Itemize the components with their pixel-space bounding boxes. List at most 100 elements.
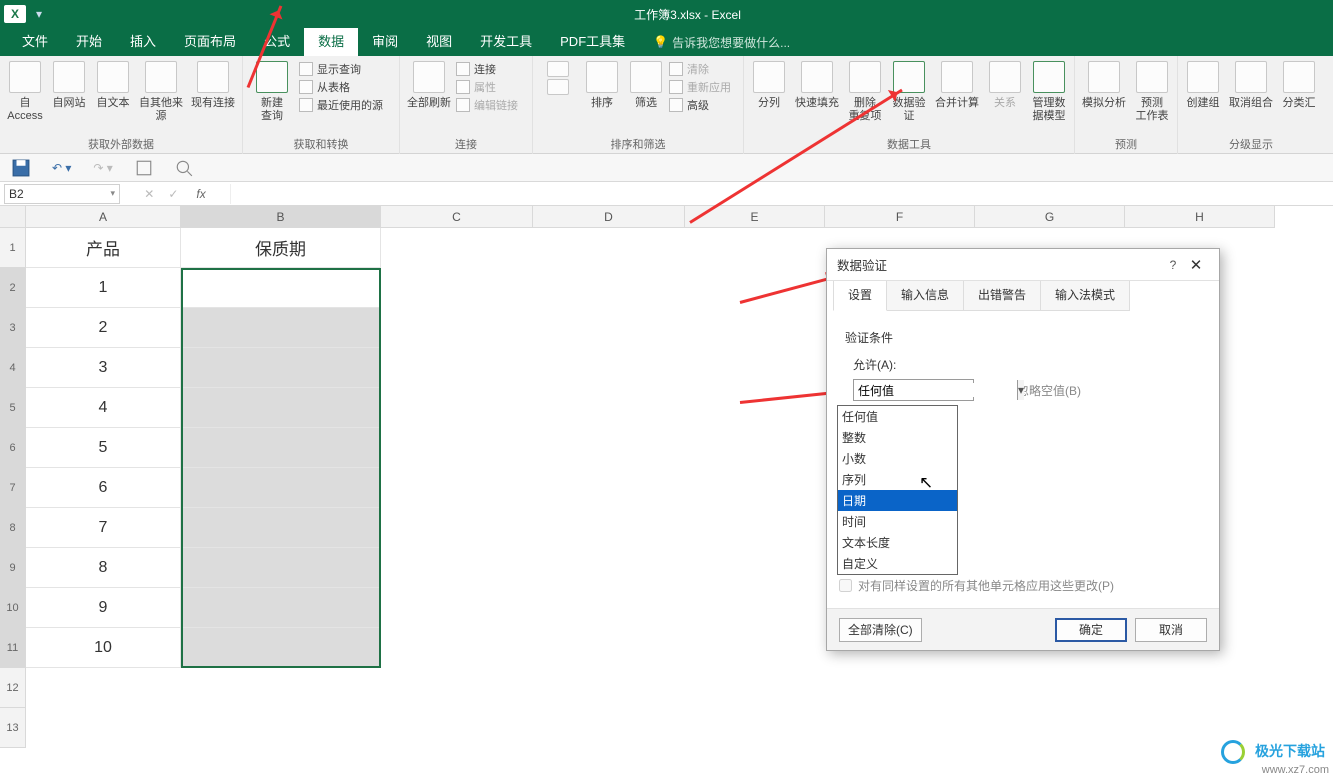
subtotal-button[interactable]: 分类汇: [1278, 59, 1320, 110]
dialog-title-bar[interactable]: 数据验证 ? ✕: [827, 249, 1219, 281]
col-header-G[interactable]: G: [975, 206, 1125, 228]
cell-A11[interactable]: 10: [26, 628, 181, 668]
cell-A8[interactable]: 7: [26, 508, 181, 548]
edit-links-button[interactable]: 编辑链接: [456, 97, 528, 113]
allow-combobox-input[interactable]: [854, 383, 1017, 397]
group-cancel-button[interactable]: 取消组合: [1226, 59, 1276, 110]
col-header-A[interactable]: A: [26, 206, 181, 228]
tab-insert[interactable]: 插入: [116, 28, 170, 56]
cell-A10[interactable]: 9: [26, 588, 181, 628]
cell-B1[interactable]: 保质期: [181, 228, 381, 268]
fx-icon[interactable]: fx: [196, 187, 205, 201]
flash-fill-button[interactable]: 快速填充: [792, 59, 842, 110]
cell-B6[interactable]: [181, 428, 381, 468]
name-box[interactable]: B2: [4, 184, 120, 204]
cell-B10[interactable]: [181, 588, 381, 628]
forecast-sheet-button[interactable]: 预测 工作表: [1131, 59, 1173, 123]
allow-option-7[interactable]: 自定义: [838, 553, 957, 574]
row-header-6[interactable]: 6: [0, 428, 26, 468]
from-other-sources-button[interactable]: 自其他来源: [136, 59, 186, 123]
chevron-down-icon[interactable]: ▾: [1017, 380, 1024, 400]
apply-to-all-input[interactable]: [839, 579, 852, 592]
allow-combobox[interactable]: ▾: [853, 379, 974, 401]
allow-option-0[interactable]: 任何值: [838, 406, 957, 427]
filter-button[interactable]: 筛选: [625, 59, 667, 110]
dialog-tab-ime-mode[interactable]: 输入法模式: [1041, 281, 1130, 311]
allow-options-list[interactable]: 任何值整数小数序列日期时间文本长度自定义: [837, 405, 958, 575]
col-header-D[interactable]: D: [533, 206, 685, 228]
touch-mode-icon[interactable]: [135, 159, 153, 177]
cell-A3[interactable]: 2: [26, 308, 181, 348]
select-all-corner[interactable]: [0, 206, 26, 228]
print-preview-icon[interactable]: [175, 159, 193, 177]
row-header-2[interactable]: 2: [0, 268, 26, 308]
tab-file[interactable]: 文件: [8, 28, 62, 56]
formula-input[interactable]: [230, 184, 1333, 204]
dialog-tab-settings[interactable]: 设置: [833, 281, 887, 311]
row-header-4[interactable]: 4: [0, 348, 26, 388]
row-header-3[interactable]: 3: [0, 308, 26, 348]
cell-A7[interactable]: 6: [26, 468, 181, 508]
cell-A9[interactable]: 8: [26, 548, 181, 588]
tell-me[interactable]: 💡 告诉我您想要做什么...: [653, 34, 790, 51]
group-create-button[interactable]: 创建组: [1182, 59, 1224, 110]
cell-B8[interactable]: [181, 508, 381, 548]
col-header-B[interactable]: B: [181, 206, 381, 228]
dialog-tab-input-message[interactable]: 输入信息: [887, 281, 964, 311]
tab-developer[interactable]: 开发工具: [466, 28, 546, 56]
relationships-button[interactable]: 关系: [984, 59, 1026, 110]
cell-B7[interactable]: [181, 468, 381, 508]
undo-icon[interactable]: ↶ ▾: [52, 161, 71, 175]
dialog-help-icon[interactable]: ?: [1163, 258, 1183, 272]
allow-option-3[interactable]: 序列: [838, 469, 957, 490]
allow-option-1[interactable]: 整数: [838, 427, 957, 448]
sort-asc-button[interactable]: [537, 59, 579, 99]
from-access-button[interactable]: 自 Access: [4, 59, 46, 123]
tab-home[interactable]: 开始: [62, 28, 116, 56]
advanced-button[interactable]: 高级: [669, 97, 739, 113]
save-icon[interactable]: [12, 159, 30, 177]
cell-B5[interactable]: [181, 388, 381, 428]
from-table-button[interactable]: 从表格: [299, 79, 395, 95]
tab-page-layout[interactable]: 页面布局: [170, 28, 250, 56]
row-header-13[interactable]: 13: [0, 708, 26, 748]
tab-formulas[interactable]: 公式: [250, 28, 304, 56]
cell-A6[interactable]: 5: [26, 428, 181, 468]
row-header-1[interactable]: 1: [0, 228, 26, 268]
row-header-9[interactable]: 9: [0, 548, 26, 588]
cell-B3[interactable]: [181, 308, 381, 348]
row-header-10[interactable]: 10: [0, 588, 26, 628]
show-queries-button[interactable]: 显示查询: [299, 61, 395, 77]
refresh-all-button[interactable]: 全部刷新: [404, 59, 454, 110]
allow-option-4[interactable]: 日期: [838, 490, 957, 511]
recent-sources-button[interactable]: 最近使用的源: [299, 97, 395, 113]
reapply-button[interactable]: 重新应用: [669, 79, 739, 95]
cancel-button[interactable]: 取消: [1135, 618, 1207, 642]
ok-button[interactable]: 确定: [1055, 618, 1127, 642]
allow-option-6[interactable]: 文本长度: [838, 532, 957, 553]
from-web-button[interactable]: 自网站: [48, 59, 90, 110]
row-header-8[interactable]: 8: [0, 508, 26, 548]
cell-B2[interactable]: [181, 268, 381, 308]
connections-button[interactable]: 连接: [456, 61, 528, 77]
clear-all-button[interactable]: 全部清除(C): [839, 618, 922, 642]
cell-B9[interactable]: [181, 548, 381, 588]
col-header-H[interactable]: H: [1125, 206, 1275, 228]
cell-B11[interactable]: [181, 628, 381, 668]
what-if-analysis-button[interactable]: 模拟分析: [1079, 59, 1129, 110]
sort-button[interactable]: 排序: [581, 59, 623, 110]
row-header-5[interactable]: 5: [0, 388, 26, 428]
consolidate-button[interactable]: 合并计算: [932, 59, 982, 110]
redo-icon[interactable]: ↷ ▾: [93, 161, 112, 175]
existing-connections-button[interactable]: 现有连接: [188, 59, 238, 110]
col-header-C[interactable]: C: [381, 206, 533, 228]
enter-formula-icon[interactable]: ✓: [168, 187, 178, 201]
cell-A4[interactable]: 3: [26, 348, 181, 388]
cell-A1[interactable]: 产品: [26, 228, 181, 268]
dialog-tab-error-alert[interactable]: 出错警告: [964, 281, 1041, 311]
apply-to-all-checkbox[interactable]: 对有同样设置的所有其他单元格应用这些更改(P): [839, 577, 1114, 594]
row-header-11[interactable]: 11: [0, 628, 26, 668]
properties-button[interactable]: 属性: [456, 79, 528, 95]
allow-option-5[interactable]: 时间: [838, 511, 957, 532]
cell-B4[interactable]: [181, 348, 381, 388]
